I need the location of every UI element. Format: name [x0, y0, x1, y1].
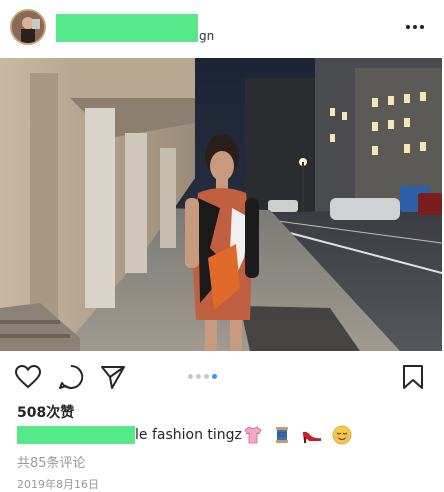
- carousel-dot: [204, 374, 209, 379]
- likes-count[interactable]: 508次赞: [17, 402, 74, 422]
- shirt-emoji: [244, 426, 262, 444]
- share-icon[interactable]: [100, 364, 126, 394]
- avatar[interactable]: [10, 9, 46, 45]
- post-photo[interactable]: [0, 58, 442, 351]
- username-redaction: [56, 14, 198, 42]
- high-heel-emoji: [303, 431, 322, 443]
- carousel-indicator: [188, 374, 220, 380]
- more-horizontal-icon[interactable]: [406, 22, 426, 32]
- carousel-dot-active: [212, 374, 217, 379]
- caption-text: le fashion tingz: [135, 427, 242, 443]
- thread-emoji: [276, 427, 289, 443]
- view-comments-link[interactable]: 共85条评论: [17, 452, 86, 471]
- comment-icon[interactable]: [58, 364, 84, 394]
- caption-emojis: [243, 425, 356, 445]
- carousel-dot: [196, 374, 201, 379]
- heart-icon[interactable]: [14, 364, 42, 393]
- username-tail[interactable]: gn: [199, 29, 214, 43]
- post-header: gn: [0, 0, 444, 56]
- relieved-face-emoji: [332, 425, 352, 445]
- carousel-dot: [188, 374, 193, 379]
- username-redaction: [17, 426, 135, 444]
- action-bar: [0, 352, 444, 398]
- caption-row: s le fashion tingz: [17, 425, 437, 447]
- bookmark-icon[interactable]: [401, 364, 425, 394]
